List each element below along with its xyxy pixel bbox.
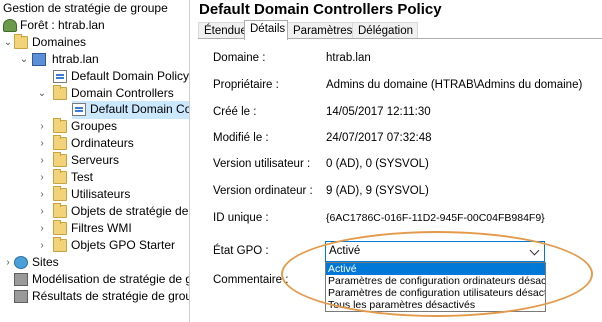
tree-item-label: Default Domain Con <box>90 102 190 116</box>
tab-details[interactable]: Détails <box>244 20 288 40</box>
sites-label: Sites <box>32 255 59 269</box>
chevron-right-icon[interactable]: › <box>37 135 47 152</box>
etat-gpo-dropdown-list: Activé Paramètres de configuration ordin… <box>325 262 546 312</box>
console-tree: Gestion de stratégie de groupe Forêt : h… <box>0 0 190 322</box>
folder-icon <box>53 186 67 201</box>
site-icon <box>14 256 28 269</box>
folder-icon <box>53 237 67 252</box>
chevron-right-icon[interactable]: › <box>37 169 47 186</box>
tree-item-domain-controllers[interactable]: ⌄ Domain Controllers <box>0 85 189 102</box>
tree-item-label: Objets GPO Starter <box>71 238 176 252</box>
version-ordinateur-label: Version ordinateur : <box>213 185 313 197</box>
page-title: Default Domain Controllers Policy <box>199 1 442 18</box>
modifie-le-value: 24/07/2017 07:32:48 <box>326 132 432 144</box>
tree-item-domaines[interactable]: ⌄ Domaines <box>0 34 189 51</box>
chevron-down-icon[interactable]: ⌄ <box>37 85 47 102</box>
proprietaire-value: Admins du domaine (HTRAB\Admins du domai… <box>326 79 583 91</box>
tree-item-label: Objets de stratégie de g <box>71 204 190 218</box>
folder-icon <box>53 203 67 218</box>
folder-icon <box>53 85 67 100</box>
etat-gpo-selected-value: Activé <box>329 245 361 257</box>
tab-parametres[interactable]: Paramètres <box>287 22 353 39</box>
chevron-right-icon[interactable]: › <box>37 118 47 135</box>
tree-item-label: Domain Controllers <box>71 86 174 100</box>
domain-label: htrab.lan <box>52 52 99 66</box>
tab-etendue[interactable]: Étendue <box>198 22 247 39</box>
option-active[interactable]: Activé <box>326 263 545 275</box>
chevron-right-icon[interactable]: › <box>37 203 47 220</box>
tree-item-groupes[interactable]: › Groupes <box>0 118 189 135</box>
forest-label: Forêt : htrab.lan <box>20 18 105 32</box>
tree-item-default-domain-controllers-policy[interactable]: Default Domain Con <box>72 101 190 119</box>
folder-icon <box>53 152 67 167</box>
tree-item-label: Filtres WMI <box>71 221 132 235</box>
version-ordinateur-value: 9 (AD), 9 (SYSVOL) <box>326 185 429 197</box>
tree-item-label: Groupes <box>71 119 118 133</box>
folder-icon <box>14 34 28 49</box>
folder-icon <box>53 220 67 235</box>
tree-item-domain[interactable]: ⌄ htrab.lan <box>0 51 189 68</box>
tree-item-test[interactable]: › Test <box>0 169 189 186</box>
chevron-right-icon[interactable]: › <box>37 152 47 169</box>
tree-item-objets-gpo-starter[interactable]: › Objets GPO Starter <box>0 237 189 254</box>
tree-item-forest[interactable]: Forêt : htrab.lan <box>0 17 189 34</box>
chevron-down-icon[interactable]: ⌄ <box>3 34 13 51</box>
tab-delegation[interactable]: Délégation <box>352 22 418 39</box>
modelisation-label: Modélisation de stratégie de gr <box>32 272 190 286</box>
id-unique-label: ID unique : <box>213 212 269 224</box>
domaine-value: htrab.lan <box>326 52 371 64</box>
chevron-right-icon[interactable]: › <box>37 186 47 203</box>
version-utilisateur-value: 0 (AD), 0 (SYSVOL) <box>326 158 429 170</box>
domaines-label: Domaines <box>32 35 87 49</box>
version-utilisateur-label: Version utilisateur : <box>213 158 311 170</box>
option-computer-disabled[interactable]: Paramètres de configuration ordinateurs … <box>326 275 545 287</box>
forest-icon <box>3 19 17 32</box>
gpo-link-icon <box>72 103 86 116</box>
tree-item-label: Default Domain Policy <box>71 69 190 83</box>
details-pane: Default Domain Controllers Policy Étendu… <box>191 0 602 322</box>
tree-item-label: Test <box>71 170 94 184</box>
tree-item-label: Utilisateurs <box>71 187 131 201</box>
tree-item-objets-strategie[interactable]: › Objets de stratégie de g <box>0 203 190 220</box>
gpo-link-icon <box>53 70 67 83</box>
tree-item-ordinateurs[interactable]: › Ordinateurs <box>0 135 189 152</box>
chevron-down-icon[interactable]: ⌄ <box>19 51 29 68</box>
etat-gpo-label: État GPO : <box>213 245 269 257</box>
chevron-down-icon[interactable] <box>529 245 540 256</box>
tree-item-resultats[interactable]: Résultats de stratégie de group <box>0 288 190 305</box>
etat-gpo-select[interactable]: Activé <box>325 241 545 262</box>
modeling-icon <box>14 273 28 286</box>
commentaire-label: Commentaire : <box>213 274 289 286</box>
proprietaire-label: Propriétaire : <box>213 79 279 91</box>
option-user-disabled[interactable]: Paramètres de configuration utilisateurs… <box>326 287 545 299</box>
results-icon <box>14 290 28 303</box>
chevron-right-icon[interactable]: › <box>3 254 13 271</box>
modifie-le-label: Modifié le : <box>213 132 269 144</box>
tree-item-filtres-wmi[interactable]: › Filtres WMI <box>0 220 189 237</box>
tree-item-utilisateurs[interactable]: › Utilisateurs <box>0 186 189 203</box>
tree-item-sites[interactable]: › Sites <box>0 254 189 271</box>
tree-item-serveurs[interactable]: › Serveurs <box>0 152 189 169</box>
resultats-label: Résultats de stratégie de group <box>32 289 190 303</box>
cree-le-value: 14/05/2017 12:11:30 <box>326 106 431 118</box>
domaine-label: Domaine : <box>213 52 266 64</box>
id-unique-value: {6AC1786C-016F-11D2-945F-00C04FB984F9} <box>326 212 545 224</box>
folder-icon <box>53 169 67 184</box>
option-all-disabled[interactable]: Tous les paramètres désactivés <box>326 299 545 311</box>
tree-item-label: Serveurs <box>71 153 120 167</box>
chevron-right-icon[interactable]: › <box>37 220 47 237</box>
folder-icon <box>53 118 67 133</box>
chevron-right-icon[interactable]: › <box>37 237 47 254</box>
tree-root-label: Gestion de stratégie de groupe <box>3 1 168 15</box>
domain-icon <box>32 53 46 66</box>
tree-item-label: Ordinateurs <box>71 136 134 150</box>
tree-item-modelisation[interactable]: Modélisation de stratégie de gr <box>0 271 190 288</box>
tree-item-default-domain-policy[interactable]: Default Domain Policy <box>0 68 190 85</box>
folder-icon <box>53 135 67 150</box>
cree-le-label: Créé le : <box>213 106 257 118</box>
